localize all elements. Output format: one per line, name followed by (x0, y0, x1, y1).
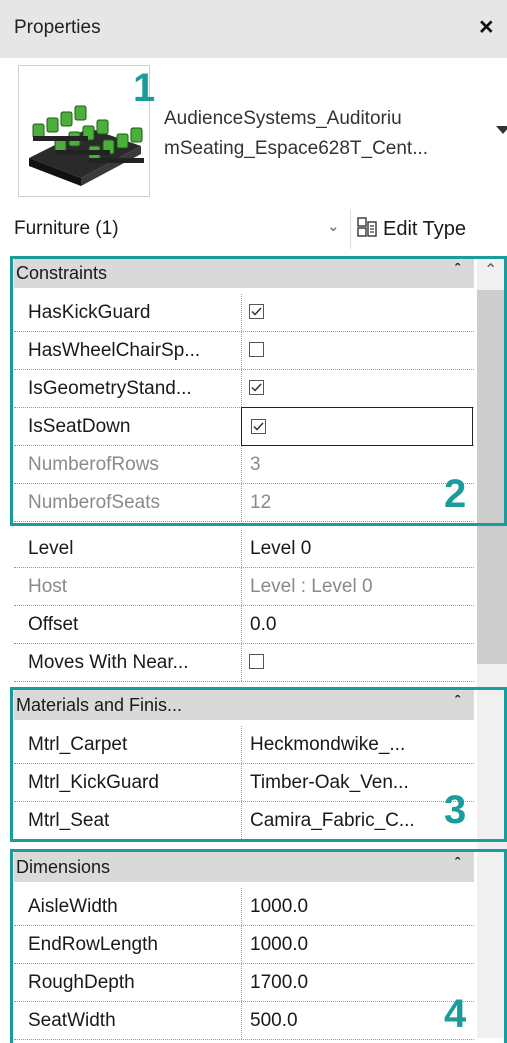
property-name: Level (28, 538, 74, 559)
panel-title-bar: Properties × (0, 0, 507, 58)
property-name: Offset (28, 614, 79, 635)
property-row[interactable]: Offset 0.0 (14, 606, 474, 644)
property-name: Host (28, 576, 68, 597)
property-value: Level : Level 0 (250, 576, 373, 597)
filter-label: Furniture (1) (14, 218, 119, 239)
checkbox[interactable] (249, 654, 264, 669)
callout-box-constraints (10, 256, 507, 526)
property-row[interactable]: Level Level 0 (14, 530, 474, 568)
type-name-line-2: mSeating_Espace628T_Cent... (164, 138, 429, 159)
property-name: Moves With Near... (28, 652, 189, 673)
divider (241, 606, 243, 643)
chevron-down-icon[interactable]: ⌄ (327, 217, 340, 235)
callout-box-dimensions (10, 849, 507, 1043)
callout-4: 4 (444, 992, 467, 1036)
type-name: AudienceSystems_Auditoriu mSeating_Espac… (164, 104, 464, 164)
edit-type-label: Edit Type (383, 217, 467, 240)
divider (241, 568, 243, 605)
panel-title: Properties (14, 17, 101, 38)
type-name-line-1: AudienceSystems_Auditoriu (164, 108, 402, 129)
callout-1: 1 (133, 66, 156, 110)
divider (241, 644, 243, 681)
callout-3: 3 (444, 788, 467, 832)
type-selector[interactable]: AudienceSystems_Auditoriu mSeating_Espac… (14, 62, 507, 202)
family-thumbnail (18, 65, 150, 197)
property-row[interactable]: Moves With Near... (14, 644, 474, 682)
property-row: Host Level : Level 0 (14, 568, 474, 606)
property-value[interactable]: Level 0 (250, 538, 470, 560)
instance-filter: Furniture (1) ⌄ Edit Type (0, 207, 507, 251)
type-dropdown-icon[interactable] (496, 126, 507, 134)
edit-type-icon (357, 216, 377, 242)
divider (241, 530, 243, 567)
property-value[interactable]: 0.0 (250, 614, 470, 636)
close-icon[interactable]: × (479, 13, 494, 42)
callout-2: 2 (444, 472, 467, 516)
callout-box-materials (10, 687, 507, 842)
divider (350, 209, 351, 249)
edit-type-button[interactable]: Edit Type (357, 212, 466, 246)
